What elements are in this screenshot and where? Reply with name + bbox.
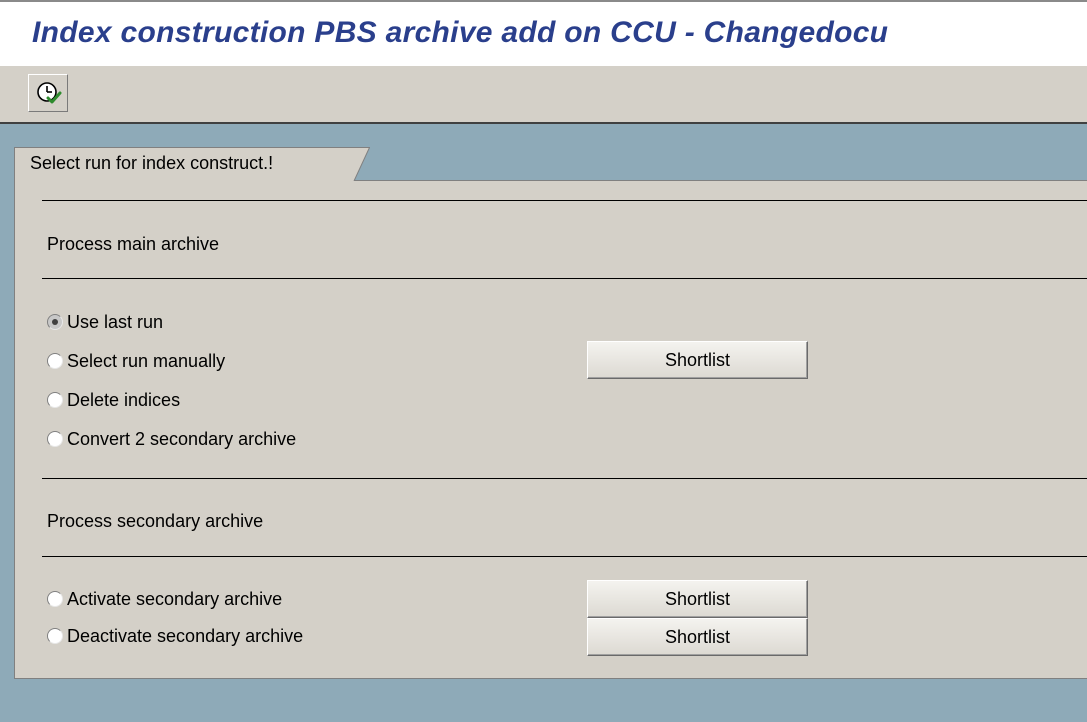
divider (42, 278, 1087, 279)
radio-label: Use last run (67, 311, 164, 332)
radio-label: Select run manually (67, 350, 226, 371)
radio-label: Deactivate secondary archive (67, 625, 304, 646)
radio-label: Delete indices (67, 389, 181, 410)
radio-activate-secondary[interactable]: Activate secondary archive (47, 587, 282, 611)
execute-button[interactable] (28, 74, 68, 112)
radio-button[interactable] (47, 628, 63, 644)
radio-use-last-run[interactable]: Use last run (47, 310, 163, 334)
divider (42, 556, 1087, 557)
shortlist-button-deactivate[interactable]: Shortlist (587, 618, 808, 656)
section-title-secondary-archive: Process secondary archive (47, 511, 264, 531)
radio-select-run-manually[interactable]: Select run manually (47, 349, 225, 373)
application-toolbar (0, 66, 1087, 124)
tab-label: Select run for index construct.! (30, 153, 274, 173)
radio-button-checked[interactable] (47, 314, 63, 330)
window-title: Index construction PBS archive add on CC… (32, 16, 889, 49)
radio-label: Convert 2 secondary archive (67, 428, 297, 449)
radio-convert-secondary[interactable]: Convert 2 secondary archive (47, 427, 296, 451)
shortlist-button-activate[interactable]: Shortlist (587, 580, 808, 618)
radio-label: Activate secondary archive (67, 588, 283, 609)
divider (42, 478, 1087, 479)
divider (42, 200, 1087, 201)
tab-select-run[interactable]: Select run for index construct.! (14, 147, 370, 181)
radio-button[interactable] (47, 431, 63, 447)
radio-button[interactable] (47, 591, 63, 607)
radio-button[interactable] (47, 353, 63, 369)
radio-deactivate-secondary[interactable]: Deactivate secondary archive (47, 624, 303, 648)
execute-clock-icon (37, 82, 62, 104)
radio-delete-indices[interactable]: Delete indices (47, 388, 180, 412)
title-bar: Index construction PBS archive add on CC… (0, 0, 1087, 66)
shortlist-button-manual-run[interactable]: Shortlist (587, 341, 808, 379)
section-title-main-archive: Process main archive (47, 234, 220, 254)
radio-button[interactable] (47, 392, 63, 408)
